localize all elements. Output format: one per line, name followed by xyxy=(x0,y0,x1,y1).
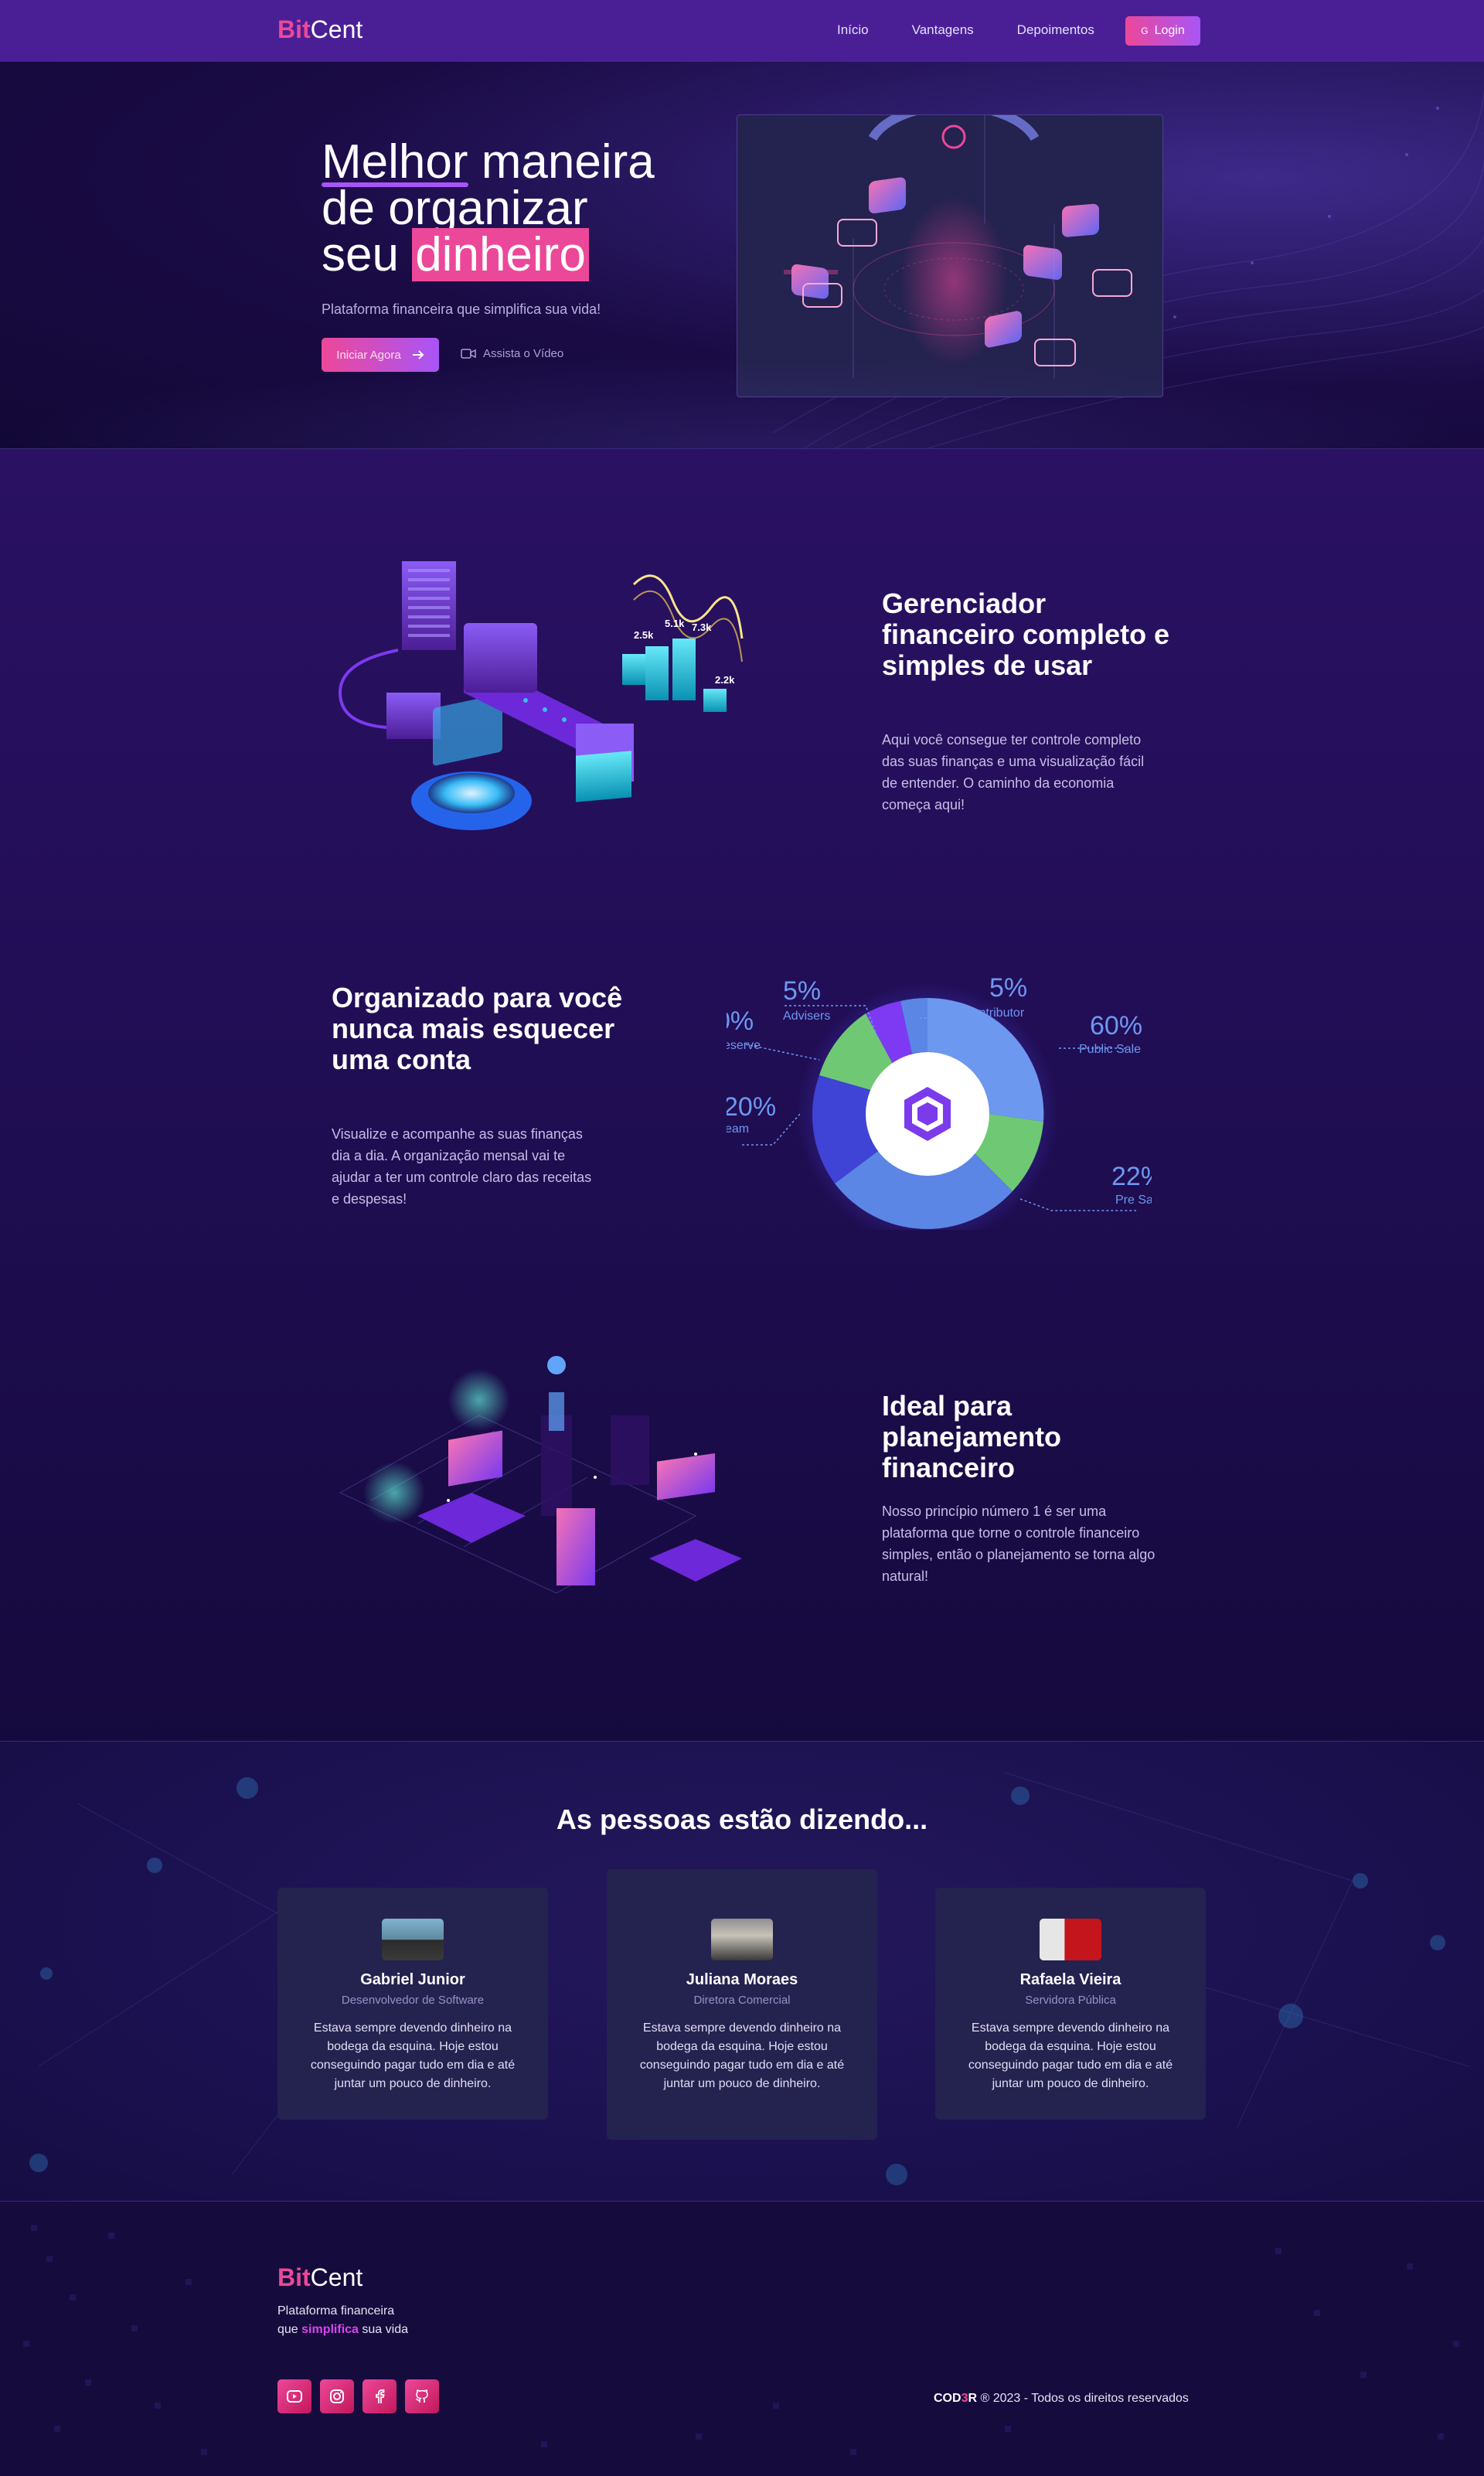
hero-section: Melhor maneira de organizar seu dinheiro… xyxy=(0,62,1484,448)
watch-video-label: Assista o Vídeo xyxy=(483,347,564,360)
features-section: 2.5k 5.1k 7.3k 2.2k Gerenciador financei… xyxy=(0,448,1484,1741)
instagram-icon[interactable] xyxy=(320,2379,354,2413)
donut-pct-public-sale: 60% xyxy=(1090,1011,1142,1040)
hero-title-line2: de organizar xyxy=(322,182,588,235)
logo-cent: Cent xyxy=(310,15,363,43)
hero-subtitle: Plataforma financeira que simplifica sua… xyxy=(322,301,601,317)
testimonial-role: Diretora Comercial xyxy=(693,1994,791,2007)
social-links xyxy=(277,2379,439,2413)
testimonial-name: Juliana Moraes xyxy=(686,1971,798,1988)
feature-3-title: Ideal para planejamento financeiro xyxy=(882,1390,1062,1483)
start-button-label: Iniciar Agora xyxy=(336,348,401,362)
nav-link-inicio[interactable]: Início xyxy=(837,22,869,38)
google-icon: G xyxy=(1141,26,1149,36)
chart-label-3: 7.3k xyxy=(692,622,712,633)
login-button[interactable]: G Login xyxy=(1125,16,1200,46)
testimonial-quote: Estava sempre devendo dinheiro na bodega… xyxy=(639,2021,845,2090)
video-camera-icon xyxy=(461,349,476,359)
feature-3-illustration xyxy=(339,1356,742,1594)
hero-title-line3: seu xyxy=(322,228,413,281)
avatar xyxy=(1040,1919,1101,1960)
youtube-icon[interactable] xyxy=(277,2379,311,2413)
donut-name-team: eam xyxy=(727,1122,749,1136)
footer-tagline-highlight: simplifica xyxy=(301,2323,359,2336)
footer: BitCent Plataforma financeira que simpli… xyxy=(0,2201,1484,2476)
copyright-brand-c: R xyxy=(968,2392,978,2405)
footer-tagline: Plataforma financeira que simplifica sua… xyxy=(277,2302,463,2339)
testimonial-role: Servidora Pública xyxy=(1025,1994,1116,2007)
donut-name-reserve: eserve xyxy=(727,1039,761,1052)
arrow-right-icon xyxy=(412,350,424,359)
hero-title: Melhor maneira de organizar seu dinheiro xyxy=(322,138,655,281)
donut-pct-advisers: 5% xyxy=(783,976,821,1006)
donut-name-contributor: Contributor xyxy=(963,1006,1025,1020)
copyright-brand-a: COD xyxy=(934,2392,962,2405)
login-label: Login xyxy=(1154,24,1185,37)
feature-3-text: Nosso princípio número 1 é ser uma plata… xyxy=(882,1504,1156,1584)
chart-label-1: 2.5k xyxy=(634,629,654,641)
testimonial-quote: Estava sempre devendo dinheiro na bodega… xyxy=(968,2021,1173,2090)
testimonial-card: Rafaela Vieira Servidora Pública Estava … xyxy=(935,1888,1206,2120)
feature-1-illustration: 2.5k 5.1k 7.3k 2.2k xyxy=(338,561,744,830)
donut-name-advisers: Advisers xyxy=(783,1010,830,1023)
copyright: COD3R ® 2023 - Todos os direitos reserva… xyxy=(934,2392,1189,2406)
hero-title-highlight: dinheiro xyxy=(412,228,589,281)
testimonial-card: Juliana Moraes Diretora Comercial Estava… xyxy=(607,1869,877,2140)
donut-name-public-sale: Public Sale xyxy=(1079,1043,1141,1056)
hero-title-underlined: Melhor xyxy=(322,135,468,189)
donut-pct-reserve: 0% xyxy=(727,1006,754,1036)
avatar xyxy=(711,1919,773,1960)
testimonial-name: Gabriel Junior xyxy=(360,1971,465,1988)
feature-2-text: Visualize e acompanhe as suas finanças d… xyxy=(332,1126,592,1207)
testimonial-name: Rafaela Vieira xyxy=(1019,1971,1122,1988)
donut-pct-pre-sale: 22% xyxy=(1111,1162,1152,1191)
footer-pixel-background xyxy=(23,2225,1459,2455)
github-icon[interactable] xyxy=(405,2379,439,2413)
hero-illustration xyxy=(737,114,1163,397)
chart-label-2: 5.1k xyxy=(665,618,685,629)
footer-tagline-pre: que xyxy=(277,2323,302,2336)
footer-logo-cent: Cent xyxy=(310,2263,363,2291)
start-button[interactable]: Iniciar Agora xyxy=(322,338,439,372)
copyright-text: ® 2023 - Todos os direitos reservados xyxy=(977,2392,1189,2405)
watch-video-button[interactable]: Assista o Vídeo xyxy=(461,347,563,360)
donut-pct-contributor: 5% xyxy=(989,973,1027,1003)
chart-label-4: 2.2k xyxy=(715,674,735,686)
testimonials-title: As pessoas estão dizendo... xyxy=(556,1803,928,1835)
hero-title-line1: maneira xyxy=(468,135,655,189)
footer-tagline-line1: Plataforma financeira xyxy=(277,2304,395,2318)
feature-2-illustration: 5% Advisers 5% Contributor 60% Public Sa… xyxy=(727,944,1152,1230)
footer-tagline-post: sua vida xyxy=(358,2323,408,2336)
feature-2-title: Organizado para você nunca mais esquecer… xyxy=(332,982,623,1075)
avatar xyxy=(382,1919,444,1960)
footer-logo[interactable]: BitCent xyxy=(277,2263,362,2292)
navbar: BitCent Início Vantagens Depoimentos G L… xyxy=(0,0,1484,62)
logo[interactable]: BitCent xyxy=(277,15,362,44)
donut-name-pre-sale: Pre Sa xyxy=(1115,1194,1152,1207)
nav-link-depoimentos[interactable]: Depoimentos xyxy=(1017,22,1094,38)
facebook-icon[interactable] xyxy=(362,2379,397,2413)
testimonial-role: Desenvolvedor de Software xyxy=(341,1994,485,2007)
feature-1-text: Aqui você consegue ter controle completo… xyxy=(882,732,1145,812)
nav-links: Início Vantagens Depoimentos xyxy=(837,22,1138,38)
footer-logo-bit: Bit xyxy=(277,2263,311,2291)
feature-1-title: Gerenciador financeiro completo e simple… xyxy=(882,587,1170,681)
nav-link-vantagens[interactable]: Vantagens xyxy=(912,22,974,38)
testimonials-section: As pessoas estão dizendo... Gabriel Juni… xyxy=(0,1741,1484,2201)
donut-pct-team: 20% xyxy=(727,1092,776,1122)
logo-bit: Bit xyxy=(277,15,311,43)
testimonial-card: Gabriel Junior Desenvolvedor de Software… xyxy=(277,1888,548,2120)
testimonial-quote: Estava sempre devendo dinheiro na bodega… xyxy=(310,2021,516,2090)
